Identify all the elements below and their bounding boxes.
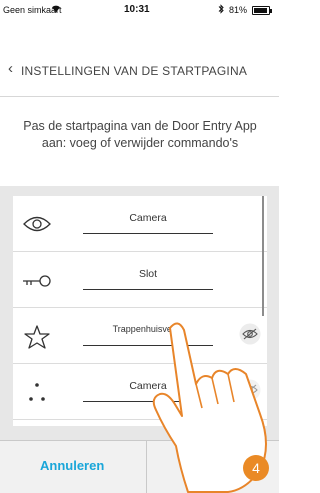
clock: 10:31 [124,4,150,15]
battery-percent: 81% [229,5,248,15]
bluetooth-icon [218,4,224,16]
star-icon [22,325,52,349]
nav-bar: ‹ INSTELLINGEN VAN DE STARTPAGINA [0,56,279,86]
key-icon [22,269,52,291]
page-title: INSTELLINGEN VAN DE STARTPAGINA [21,64,248,78]
list-item-camera[interactable]: Camera [13,196,267,252]
header-divider [0,96,279,97]
battery-icon [252,6,272,15]
scroll-indicator[interactable] [262,196,264,316]
item-label: Slot [138,268,158,280]
item-label-field[interactable]: Slot [83,268,213,290]
status-bar: Geen simkaart 10:31 81% [0,0,279,22]
back-chevron-icon[interactable]: ‹ [8,60,13,77]
page-description: Pas de startpagina van de Door Entry App… [23,119,257,150]
eye-icon [22,213,52,235]
dots-icon [22,381,52,403]
cancel-button[interactable]: Annuleren [40,458,104,473]
list-item-slot[interactable]: Slot [13,252,267,308]
item-label-field[interactable]: Camera [83,212,213,234]
step-badge: 4 [243,455,269,481]
wifi-icon [51,4,61,15]
item-label: Camera [129,212,167,224]
bottom-bar-divider [146,441,147,493]
